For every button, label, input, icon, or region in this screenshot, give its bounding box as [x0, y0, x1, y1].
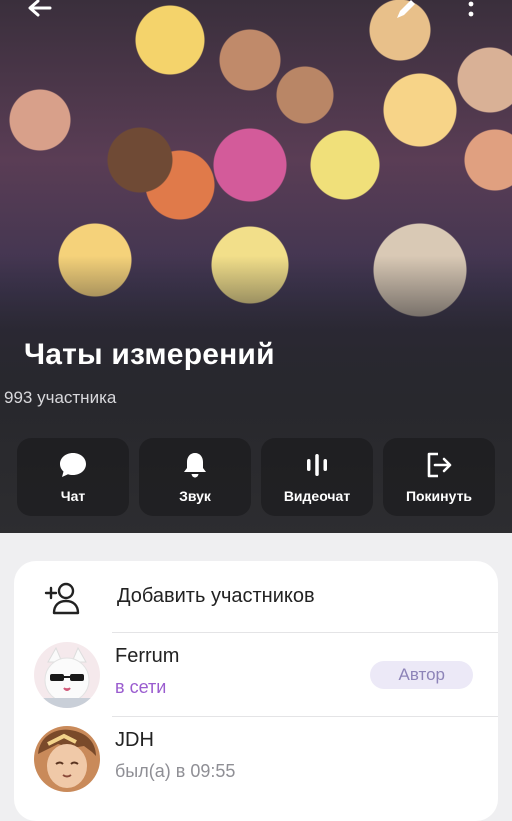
chat-button[interactable]: Чат	[17, 438, 129, 516]
video-chat-button[interactable]: Видеочат	[261, 438, 373, 516]
chat-bubble-icon	[58, 450, 88, 480]
avatar[interactable]	[34, 642, 100, 708]
member-name: Ferrum	[115, 645, 180, 667]
bell-icon	[182, 450, 208, 480]
sound-button-label: Звук	[179, 488, 211, 504]
leave-button[interactable]: Покинуть	[383, 438, 495, 516]
video-chat-button-label: Видеочат	[283, 488, 351, 504]
action-buttons: Чат Звук Видеочат Покинуть	[17, 438, 497, 518]
sound-wave-icon	[304, 450, 330, 480]
pencil-icon[interactable]	[394, 0, 418, 21]
member-row-jdh[interactable]: JDH был(а) в 09:55	[14, 718, 498, 800]
more-vertical-icon[interactable]	[466, 0, 476, 21]
avatar[interactable]	[34, 726, 100, 792]
member-status: был(а) в 09:55	[115, 761, 236, 781]
member-name: JDH	[115, 729, 154, 751]
divider	[112, 716, 498, 717]
sound-button[interactable]: Звук	[139, 438, 251, 516]
add-user-icon	[44, 581, 82, 620]
author-badge: Автор	[370, 661, 473, 689]
page-title: Чаты измерений	[24, 338, 275, 371]
member-row-ferrum[interactable]: Ferrum в сети Автор	[14, 634, 498, 716]
members-card: Добавить участников Ferrum в сети Автор	[14, 561, 498, 821]
member-status: в сети	[115, 677, 167, 697]
exit-door-icon	[424, 450, 454, 480]
leave-button-label: Покинуть	[405, 488, 473, 504]
add-members-button[interactable]: Добавить участников	[14, 561, 498, 633]
chat-button-label: Чат	[60, 488, 86, 504]
add-members-label: Добавить участников	[117, 585, 315, 607]
arrow-left-icon[interactable]	[26, 0, 52, 21]
members-count[interactable]: 993 участника	[4, 388, 116, 408]
divider	[112, 632, 498, 633]
